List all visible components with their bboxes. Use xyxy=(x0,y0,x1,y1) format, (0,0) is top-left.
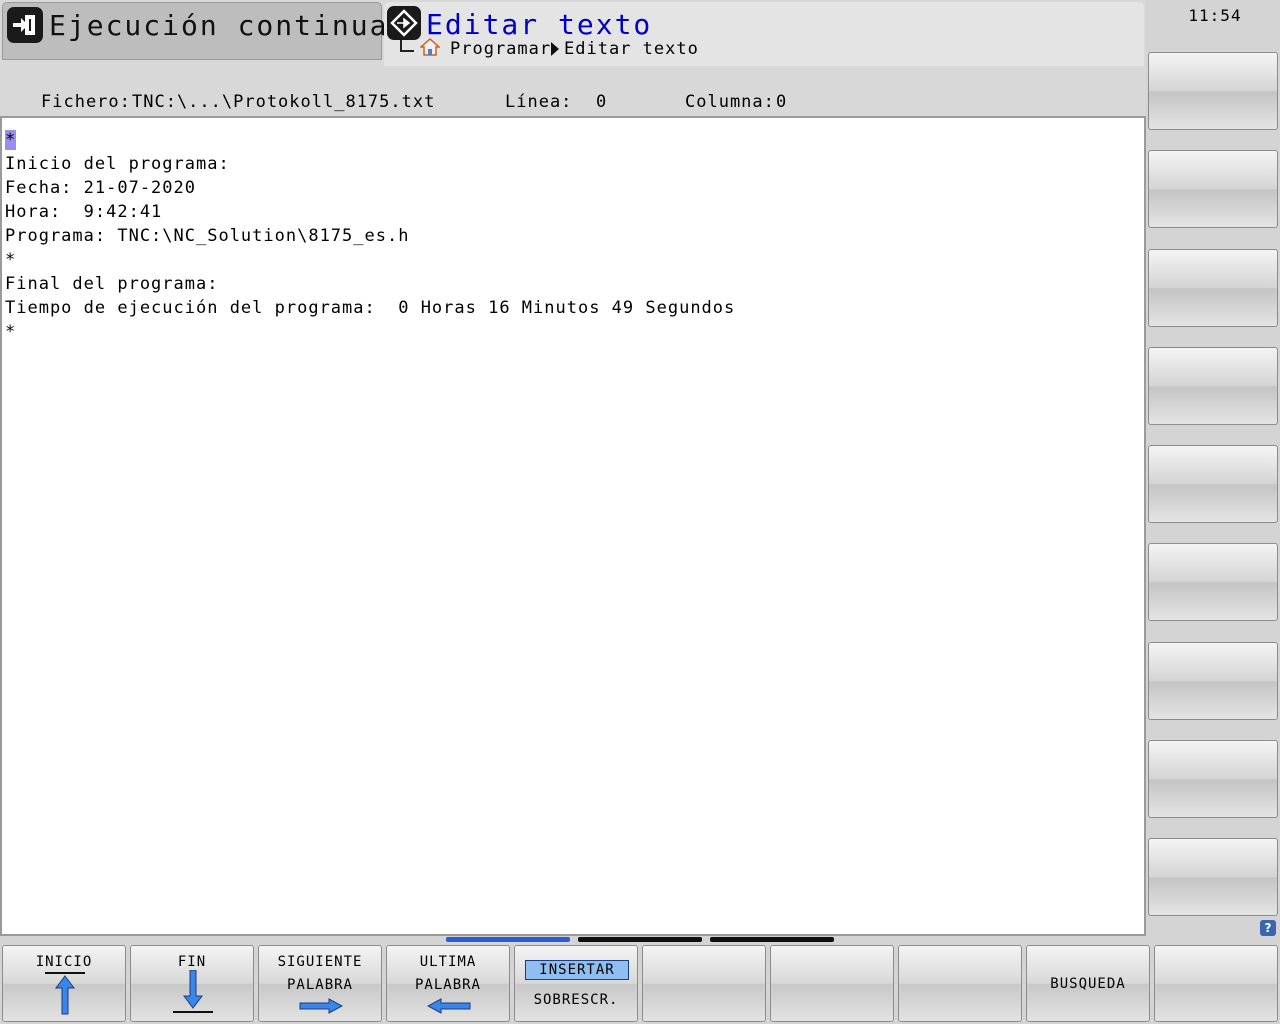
vertical-softkey-3[interactable] xyxy=(1148,249,1278,327)
softkey-label: PALABRA xyxy=(414,977,481,993)
vertical-softkey-4[interactable] xyxy=(1148,347,1278,425)
programming-mode-icon xyxy=(387,6,421,40)
editor-line[interactable]: Tiempo de ejecución del programa: 0 Hora… xyxy=(5,296,735,320)
softkey-inicio[interactable]: INICIO xyxy=(2,945,126,1022)
softkey-empty-8[interactable] xyxy=(898,945,1022,1022)
softkey-fin[interactable]: FIN xyxy=(130,945,254,1022)
program-mode-tab[interactable]: Editar texto Programar Editar texto xyxy=(384,2,1144,66)
column-label: Columna: xyxy=(685,92,775,112)
machine-mode-tab[interactable]: Ejecución continua xyxy=(2,2,386,60)
editor-content[interactable]: * Inicio del programa: Fecha: 21-07-2020… xyxy=(5,128,735,344)
arrow-up-to-start-icon xyxy=(45,972,85,1015)
breadcrumb-connector xyxy=(400,40,414,52)
softkey-page-indicator[interactable] xyxy=(578,937,702,942)
line-value: 0 xyxy=(596,92,608,112)
file-info-bar: Fichero: TNC:\...\Protokoll_8175.txt Lín… xyxy=(0,92,1146,114)
text-editor[interactable]: * Inicio del programa: Fecha: 21-07-2020… xyxy=(0,118,1146,936)
softkey-insertar-sobrescribir[interactable]: INSERTAR SOBRESCR. xyxy=(514,945,638,1022)
vertical-softkey-2[interactable] xyxy=(1148,150,1278,228)
breadcrumb-item[interactable]: Editar texto xyxy=(564,39,699,59)
editor-line[interactable]: Final del programa: xyxy=(5,272,735,296)
softkey-label: BUSQUEDA xyxy=(1050,976,1126,992)
insert-mode-active-label: INSERTAR xyxy=(525,960,629,980)
vertical-softkey-1[interactable] xyxy=(1148,52,1278,130)
softkey-busqueda[interactable]: BUSQUEDA xyxy=(1026,945,1150,1022)
help-icon[interactable]: ? xyxy=(1260,920,1276,936)
vertical-softkey-8[interactable] xyxy=(1148,740,1278,818)
softkey-empty-10[interactable] xyxy=(1154,945,1278,1022)
vertical-softkey-6[interactable] xyxy=(1148,543,1278,621)
softkey-page-indicator[interactable] xyxy=(710,937,834,942)
line-label: Línea: xyxy=(505,92,573,112)
file-label: Fichero: xyxy=(41,92,131,112)
breadcrumb-arrow-icon xyxy=(551,42,559,56)
header: Ejecución continua Editar texto Programa… xyxy=(0,0,1146,118)
vertical-softkey-5[interactable] xyxy=(1148,445,1278,523)
softkey-ultima-palabra[interactable]: ULTIMA PALABRA xyxy=(386,945,510,1022)
softkey-empty-7[interactable] xyxy=(770,945,894,1022)
program-mode-label: Editar texto xyxy=(426,8,653,41)
vertical-softkey-7[interactable] xyxy=(1148,642,1278,720)
overwrite-mode-label: SOBRESCR. xyxy=(533,992,619,1008)
arrow-down-to-end-icon xyxy=(173,970,213,1013)
softkey-label: ULTIMA xyxy=(419,954,477,970)
softkey-empty-6[interactable] xyxy=(642,945,766,1022)
editor-line[interactable]: * xyxy=(5,320,735,344)
program-run-icon xyxy=(7,7,43,43)
home-icon[interactable] xyxy=(419,37,441,56)
column-value: 0 xyxy=(776,92,788,112)
breadcrumb-item[interactable]: Programar xyxy=(450,39,551,59)
editor-line[interactable]: Fecha: 21-07-2020 xyxy=(5,176,735,200)
text-cursor: * xyxy=(5,130,17,150)
editor-line[interactable]: Inicio del programa: xyxy=(5,152,735,176)
softkey-siguiente-palabra[interactable]: SIGUIENTE PALABRA xyxy=(258,945,382,1022)
softkey-page-indicator-active[interactable] xyxy=(446,937,570,942)
softkey-label: INICIO xyxy=(35,954,93,970)
arrow-left-icon xyxy=(427,998,471,1014)
softkey-label: PALABRA xyxy=(286,977,353,993)
arrow-right-icon xyxy=(299,998,343,1014)
editor-line[interactable]: Hora: 9:42:41 xyxy=(5,200,735,224)
file-path: TNC:\...\Protokoll_8175.txt xyxy=(132,92,436,112)
editor-line[interactable]: Programa: TNC:\NC_Solution\8175_es.h xyxy=(5,224,735,248)
softkey-label: SIGUIENTE xyxy=(277,954,363,970)
clock: 11:54 xyxy=(1188,6,1242,25)
editor-line[interactable]: * xyxy=(5,128,735,152)
editor-line[interactable]: * xyxy=(5,248,735,272)
vertical-softkey-9[interactable] xyxy=(1148,838,1278,916)
machine-mode-label: Ejecución continua xyxy=(49,9,389,42)
softkey-label: FIN xyxy=(177,954,207,970)
